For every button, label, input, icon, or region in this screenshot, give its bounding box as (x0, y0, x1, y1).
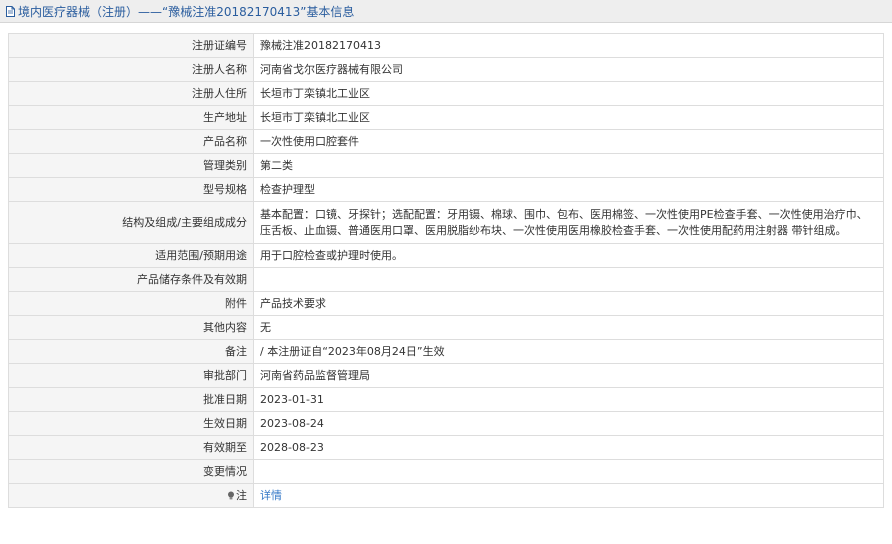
table-row: 批准日期 2023-01-31 (8, 387, 884, 412)
page-title: 境内医疗器械（注册）——“豫械注准20182170413”基本信息 (18, 4, 355, 19)
field-label: 附件 (8, 291, 254, 316)
field-value: 详情 (253, 483, 884, 508)
table-row: 备注 / 本注册证自“2023年08月24日”生效 (8, 339, 884, 364)
field-label: 注册人名称 (8, 57, 254, 82)
field-value: 豫械注准20182170413 (253, 33, 884, 58)
field-value: 产品技术要求 (253, 291, 884, 316)
field-value: 基本配置：口镜、牙探针；选配配置：牙用镊、棉球、围巾、包布、医用棉签、一次性使用… (253, 201, 884, 244)
table-row: 型号规格 检查护理型 (8, 177, 884, 202)
field-label: 其他内容 (8, 315, 254, 340)
table-row: 审批部门 河南省药品监督管理局 (8, 363, 884, 388)
details-link[interactable]: 详情 (260, 489, 282, 502)
field-value: 2023-01-31 (253, 387, 884, 412)
field-label: 生效日期 (8, 411, 254, 436)
table-row: 适用范围/预期用途 用于口腔检查或护理时使用。 (8, 243, 884, 268)
table-row: 注册证编号 豫械注准20182170413 (8, 33, 884, 58)
field-value: / 本注册证自“2023年08月24日”生效 (253, 339, 884, 364)
table-row: 其他内容 无 (8, 315, 884, 340)
table-row: 生效日期 2023-08-24 (8, 411, 884, 436)
field-value: 2023-08-24 (253, 411, 884, 436)
table-row: 有效期至 2028-08-23 (8, 435, 884, 460)
document-icon (6, 5, 15, 17)
field-label: 有效期至 (8, 435, 254, 460)
field-value: 用于口腔检查或护理时使用。 (253, 243, 884, 268)
field-value: 一次性使用口腔套件 (253, 129, 884, 154)
table-row: 变更情况 (8, 459, 884, 484)
field-value: 无 (253, 315, 884, 340)
field-label: 注册证编号 (8, 33, 254, 58)
lightbulb-icon (228, 491, 234, 499)
field-label: 审批部门 (8, 363, 254, 388)
table-row: 产品名称 一次性使用口腔套件 (8, 129, 884, 154)
field-label: 生产地址 (8, 105, 254, 130)
field-label: 型号规格 (8, 177, 254, 202)
table-row: 附件 产品技术要求 (8, 291, 884, 316)
table-row: 注册人住所 长垣市丁栾镇北工业区 (8, 81, 884, 106)
note-label-cell: 注 (8, 483, 254, 508)
field-value: 第二类 (253, 153, 884, 178)
field-label: 注 (236, 488, 247, 502)
field-value: 长垣市丁栾镇北工业区 (253, 105, 884, 130)
table-row: 注册人名称 河南省戈尔医疗器械有限公司 (8, 57, 884, 82)
table-row: 产品储存条件及有效期 (8, 267, 884, 292)
field-value: 长垣市丁栾镇北工业区 (253, 81, 884, 106)
field-value (253, 459, 884, 484)
field-label: 产品名称 (8, 129, 254, 154)
table-row: 管理类别 第二类 (8, 153, 884, 178)
basic-info-table: 注册证编号 豫械注准20182170413 注册人名称 河南省戈尔医疗器械有限公… (8, 33, 884, 508)
field-label: 批准日期 (8, 387, 254, 412)
field-label: 产品储存条件及有效期 (8, 267, 254, 292)
field-label: 备注 (8, 339, 254, 364)
field-label: 管理类别 (8, 153, 254, 178)
field-label: 结构及组成/主要组成成分 (8, 201, 254, 244)
field-label: 注册人住所 (8, 81, 254, 106)
field-value: 检查护理型 (253, 177, 884, 202)
field-value: 河南省戈尔医疗器械有限公司 (253, 57, 884, 82)
field-label: 变更情况 (8, 459, 254, 484)
field-value: 河南省药品监督管理局 (253, 363, 884, 388)
field-value: 2028-08-23 (253, 435, 884, 460)
table-row: 结构及组成/主要组成成分 基本配置：口镜、牙探针；选配配置：牙用镊、棉球、围巾、… (8, 201, 884, 244)
field-label: 适用范围/预期用途 (8, 243, 254, 268)
page-header: 境内医疗器械（注册）——“豫械注准20182170413”基本信息 (0, 0, 892, 23)
table-row: 生产地址 长垣市丁栾镇北工业区 (8, 105, 884, 130)
table-row: 注 详情 (8, 483, 884, 508)
field-value (253, 267, 884, 292)
